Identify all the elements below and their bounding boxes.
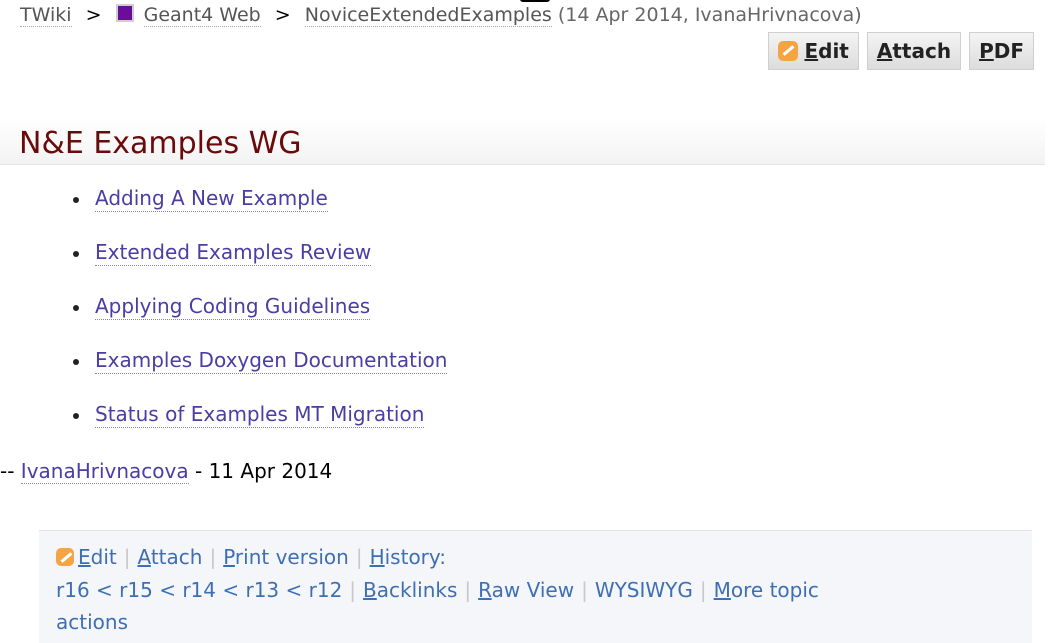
- list-item: Adding A New Example: [60, 186, 447, 240]
- topic-actions-footer: Edit | Attach | Print version | History: r16 <…: [39, 530, 1032, 643]
- topic-revision-meta: (14 Apr 2014, IvanaHrivnacova): [557, 4, 862, 26]
- revision-diff-link[interactable]: <: [222, 578, 239, 602]
- revision-link-r14[interactable]: r14: [182, 578, 216, 602]
- topic-link-mt-migration-status[interactable]: Status of Examples MT Migration: [95, 402, 425, 428]
- breadcrumb-separator: >: [85, 4, 102, 26]
- list-item: Examples Doxygen Documentation: [60, 348, 448, 402]
- web-color-square-icon: [115, 4, 134, 22]
- revision-diff-link[interactable]: <: [159, 578, 176, 602]
- attach-button-label: ttach: [892, 39, 952, 63]
- current-revision: r16: [56, 578, 90, 602]
- topic-link-adding-new-example[interactable]: Adding A New Example: [95, 186, 328, 212]
- breadcrumb-separator: >: [274, 4, 291, 26]
- divider: |: [123, 545, 131, 569]
- footer-line-1: Edit | Attach | Print version | History:: [56, 545, 446, 569]
- footer-edit-link[interactable]: Edit: [78, 545, 117, 569]
- divider: |: [464, 578, 472, 602]
- raw-view-link[interactable]: Raw View: [478, 578, 574, 602]
- topic-toolbar: Edit Attach P DF: [768, 32, 1034, 70]
- divider: |: [355, 545, 363, 569]
- breadcrumb-root-link[interactable]: TWiki: [20, 4, 72, 27]
- revision-diff-link[interactable]: <: [286, 578, 303, 602]
- signature-prefix: --: [0, 459, 15, 483]
- topic-link-coding-guidelines[interactable]: Applying Coding Guidelines: [95, 294, 371, 320]
- revision-diff-link[interactable]: <: [96, 578, 113, 602]
- more-topic-actions-link-cont[interactable]: actions: [56, 610, 128, 634]
- edit-pencil-icon: [56, 548, 74, 566]
- signature: -- IvanaHrivnacova - 11 Apr 2014: [0, 459, 333, 484]
- divider: |: [699, 578, 707, 602]
- wysiwyg-link[interactable]: WYSIWYG: [595, 578, 693, 602]
- footer-attach-link[interactable]: Attach: [137, 545, 202, 569]
- pdf-button-accesskey: P: [979, 39, 994, 63]
- revision-link-r15[interactable]: r15: [119, 578, 153, 602]
- edit-button-label: dit: [818, 39, 849, 63]
- attach-button-accesskey: A: [876, 39, 893, 63]
- breadcrumb-topic-link[interactable]: NoviceExtendedExamples: [304, 4, 552, 27]
- topic-link-extended-examples-review[interactable]: Extended Examples Review: [95, 240, 372, 266]
- backlinks-link[interactable]: Backlinks: [363, 578, 457, 602]
- divider: |: [209, 545, 217, 569]
- footer-history-link[interactable]: History:: [370, 545, 446, 569]
- attach-button[interactable]: Attach: [866, 32, 962, 70]
- footer-line-2: r16 < r15 < r14 < r13 < r12 | Backlinks | Ra…: [56, 578, 819, 602]
- breadcrumb: TWiki > Geant4 Web > NoviceExtendedExamp…: [20, 4, 862, 27]
- divider: |: [581, 578, 588, 602]
- edit-button[interactable]: Edit: [768, 32, 859, 70]
- topic-link-list: Adding A New Example Extended Examples R…: [60, 186, 448, 456]
- edit-button-accesskey: E: [804, 39, 819, 63]
- list-item: Status of Examples MT Migration: [60, 402, 447, 456]
- topic-link-doxygen-documentation[interactable]: Examples Doxygen Documentation: [95, 348, 448, 374]
- more-topic-actions-link[interactable]: More topic: [714, 578, 819, 602]
- breadcrumb-web-link[interactable]: Geant4 Web: [143, 4, 261, 27]
- revision-link-r13[interactable]: r13: [245, 578, 279, 602]
- author-link[interactable]: IvanaHrivnacova: [20, 459, 189, 484]
- revision-link-r12[interactable]: r12: [309, 578, 343, 602]
- divider: |: [349, 578, 357, 602]
- list-item: Extended Examples Review: [60, 240, 447, 294]
- footer-print-link[interactable]: Print version: [223, 545, 349, 569]
- pdf-button-label: DF: [993, 39, 1024, 63]
- footer-line-3: actions: [56, 610, 128, 634]
- page-title-bar: N&E Examples WG: [0, 118, 1045, 165]
- page-title: N&E Examples WG: [19, 126, 302, 161]
- pdf-button[interactable]: P DF: [969, 32, 1034, 70]
- edit-pencil-icon: [778, 41, 799, 61]
- list-item: Applying Coding Guidelines: [60, 294, 447, 348]
- signature-date: - 11 Apr 2014: [195, 459, 333, 483]
